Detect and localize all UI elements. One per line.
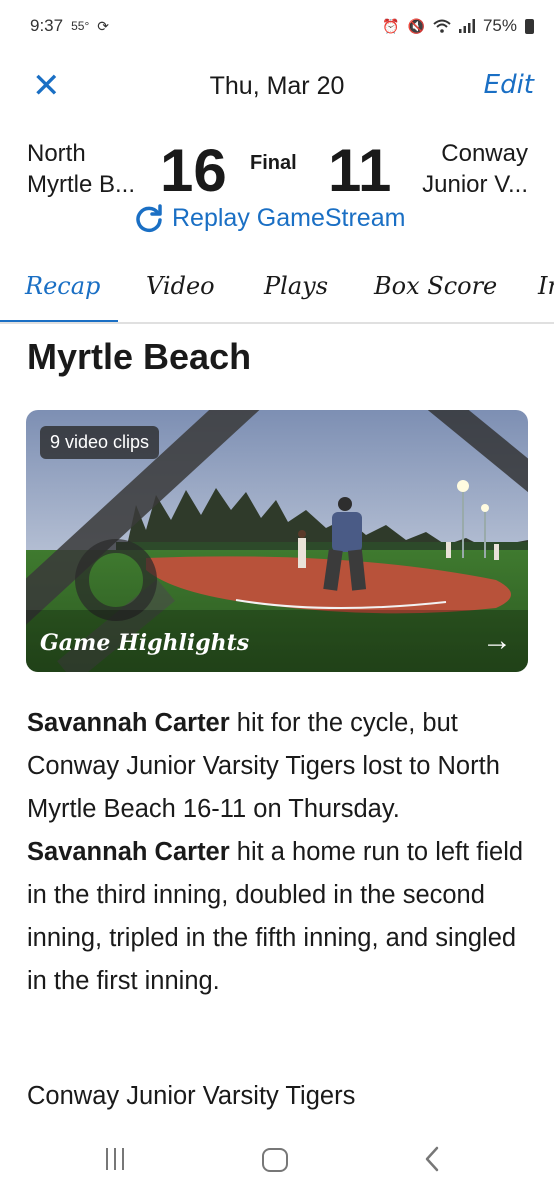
replay-label: Replay GameStream <box>172 203 406 232</box>
scoreboard: North Myrtle B... 16 Final 11 Conway Jun… <box>0 130 554 240</box>
page-title: Thu, Mar 20 <box>209 72 345 100</box>
temperature: 55° <box>71 19 90 33</box>
tab-bar: Recap Video Plays Box Score In <box>0 264 554 324</box>
back-icon[interactable] <box>424 1146 440 1172</box>
status-bar: 9:37 55° ⟳ ⏰ 🔇 75% <box>0 0 554 56</box>
section-title: Myrtle Beach <box>27 336 252 377</box>
player-name[interactable]: Savannah Carter <box>27 709 230 737</box>
away-team-line2: Junior V... <box>422 171 528 198</box>
recap-paragraph: Savannah Carter hit for the cycle, but C… <box>27 702 527 1003</box>
battery-icon <box>525 18 534 34</box>
home-team-name[interactable]: North Myrtle B... <box>27 138 135 200</box>
tab-video[interactable]: Video <box>146 272 215 300</box>
team-heading: Conway Junior Varsity Tigers <box>27 1082 356 1110</box>
clock: 9:37 <box>30 16 64 35</box>
mute-icon: 🔇 <box>407 17 425 34</box>
away-team-line1: Conway <box>441 140 528 167</box>
alarm-icon: ⏰ <box>382 17 400 34</box>
recent-apps-icon[interactable] <box>106 1148 124 1170</box>
home-team-line2: Myrtle B... <box>27 171 136 198</box>
video-highlights-card[interactable]: 9 video clips Game Highlights → <box>26 410 528 672</box>
home-score: 16 <box>160 137 227 204</box>
game-status: Final <box>250 152 297 174</box>
player-name[interactable]: Savannah Carter <box>27 838 230 866</box>
arrow-right-icon[interactable]: → <box>482 624 512 658</box>
away-team-name[interactable]: Conway Junior V... <box>422 138 528 200</box>
replay-icon <box>136 204 162 233</box>
header: ✕ Thu, Mar 20 Edit <box>0 58 554 114</box>
sync-icon: ⟳ <box>97 17 109 34</box>
wifi-icon <box>433 19 451 33</box>
active-tab-indicator <box>0 320 118 322</box>
home-icon[interactable] <box>262 1148 288 1172</box>
status-right: ⏰ 🔇 75% <box>382 16 534 36</box>
video-clips-badge: 9 video clips <box>40 426 160 459</box>
tab-box-score[interactable]: Box Score <box>374 272 497 300</box>
replay-gamestream-button[interactable]: Replay GameStream <box>134 203 405 233</box>
away-score: 11 <box>328 137 392 204</box>
tab-recap[interactable]: Recap <box>25 272 100 300</box>
tab-more[interactable]: In <box>538 272 554 300</box>
status-left: 9:37 55° ⟳ <box>30 16 109 36</box>
video-title: Game Highlights <box>40 630 250 656</box>
home-team-line1: North <box>27 140 86 167</box>
system-nav-bar <box>0 1120 554 1200</box>
battery-percent: 75% <box>482 16 517 35</box>
tab-plays[interactable]: Plays <box>264 272 328 300</box>
edit-button[interactable]: Edit <box>484 70 534 100</box>
signal-icon <box>458 19 475 33</box>
